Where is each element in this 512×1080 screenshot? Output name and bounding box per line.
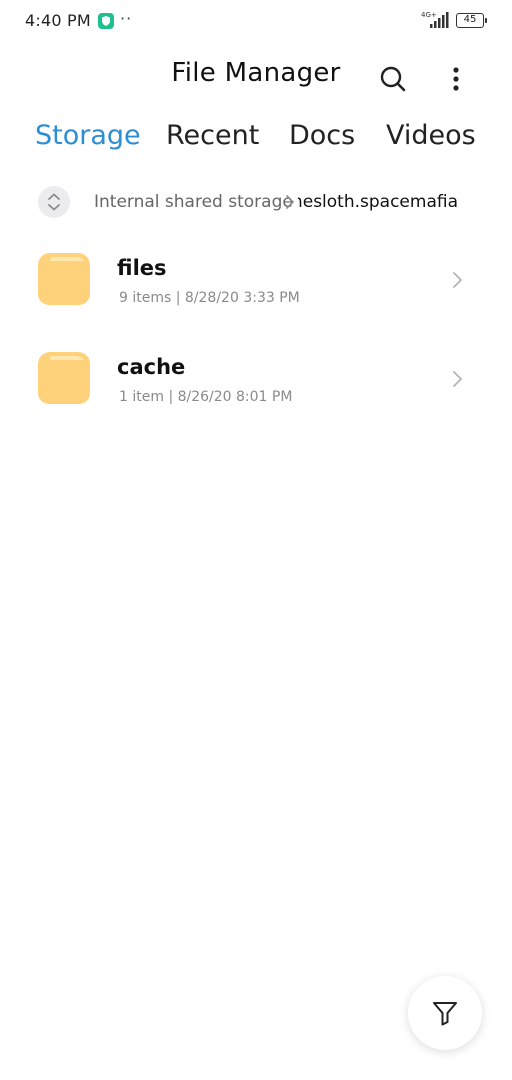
file-name: cache <box>117 355 186 379</box>
list-item[interactable]: cache 1 item | 8/26/20 8:01 PM <box>0 339 512 429</box>
folder-icon <box>38 352 90 404</box>
file-meta: 9 items | 8/28/20 3:33 PM <box>119 290 300 306</box>
chevron-right-icon <box>284 194 296 210</box>
more-vertical-icon[interactable] <box>444 62 468 96</box>
search-icon[interactable] <box>376 62 410 96</box>
filter-icon <box>433 1002 457 1026</box>
expand-collapse-icon[interactable] <box>38 186 70 218</box>
filter-button[interactable] <box>408 976 482 1050</box>
breadcrumb-root[interactable]: Internal shared storage <box>94 192 293 212</box>
tab-docs[interactable]: Docs <box>289 120 355 151</box>
chevron-right-icon <box>450 269 464 291</box>
chevron-right-icon <box>450 368 464 390</box>
breadcrumb-current-label: com.gamesloth.spacemafia <box>298 192 458 212</box>
tab-videos[interactable]: Videos <box>386 120 476 151</box>
signal-icon <box>428 12 450 32</box>
status-bar: 4:40 PM ·· 4G+ 45 <box>0 0 512 44</box>
list-item[interactable]: files 9 items | 8/28/20 3:33 PM <box>0 240 512 330</box>
page-title: File Manager <box>171 58 341 88</box>
notification-dots: ·· <box>120 9 133 28</box>
file-name: files <box>117 256 167 280</box>
tab-bar: Storage Recent Docs Videos <box>0 120 512 166</box>
shield-icon <box>98 13 114 29</box>
status-time: 4:40 PM <box>25 11 91 30</box>
breadcrumb-current[interactable]: com.gamesloth.spacemafia <box>298 192 458 212</box>
battery-icon: 45 <box>456 13 487 28</box>
tab-storage[interactable]: Storage <box>35 120 141 151</box>
breadcrumb: Internal shared storage com.gamesloth.sp… <box>0 182 512 222</box>
file-meta: 1 item | 8/26/20 8:01 PM <box>119 389 293 405</box>
tab-recent[interactable]: Recent <box>166 120 259 151</box>
folder-icon <box>38 253 90 305</box>
